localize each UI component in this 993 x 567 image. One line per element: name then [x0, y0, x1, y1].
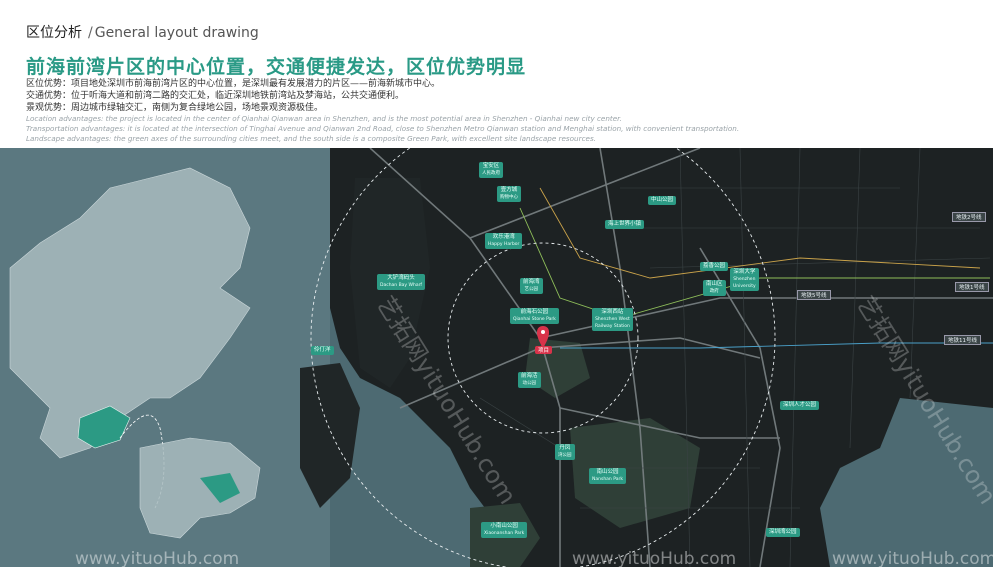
label-qianhai-stone-park: 前海石公园 Qianhai Stone Park — [510, 308, 559, 324]
desc-landscape-en: Landscape advantages: the green axes of … — [26, 134, 596, 143]
label-shenzhen-university: 深圳大学 Shenzhen University — [730, 268, 759, 291]
label-baoan-government: 宝安区 人民政府 — [479, 162, 503, 178]
label-lingding-ocean: 伶仃洋 — [311, 346, 334, 355]
label-shenzhen-west-station: 深圳西站 Shenzhen West Railway Station — [592, 308, 633, 331]
section-title-en: General layout drawing — [94, 25, 259, 41]
section-title-cn: 区位分析 — [26, 25, 82, 41]
label-happy-harbor: 欢乐港湾 Happy Harbor — [485, 233, 523, 249]
section-title-separator: / — [88, 25, 93, 41]
label-zhongshan-park: 中山公园 — [648, 196, 677, 205]
section-title: 区位分析 / General layout drawing — [26, 22, 259, 42]
watermark-center: www.yituoHub.com — [572, 549, 737, 567]
label-qianhai-bay-park: 前海湾 艺公园 — [520, 278, 543, 294]
label-lixiang-park: 荔香公园 — [700, 262, 729, 271]
label-nanshan-park: 南山公园 Nanshan Park — [589, 468, 626, 484]
label-mall: 壹方城 购物中心 — [497, 186, 521, 202]
location-map: 项目 宝安区 人民政府 壹方城 购物中心 海上世界小镇 中山公园 欢乐港湾 Happy… — [0, 148, 993, 567]
label-qianhai-activity-park: 前海活 动公园 — [518, 372, 541, 388]
headline: 前海前湾片区的中心位置，交通便捷发达，区位优势明显 — [26, 56, 527, 78]
label-haishang-town: 海上世界小镇 — [605, 220, 645, 229]
label-talent-park: 深圳人才公园 — [780, 401, 820, 410]
metro-line-2-tag: 地铁2号线 — [952, 212, 986, 222]
metro-line-11-tag: 地铁11号线 — [944, 335, 981, 345]
desc-location-en: Location advantages: the project is loca… — [26, 114, 622, 123]
label-xiaonanshan-park: 小南山公园 Xiaonanshan Park — [481, 522, 528, 538]
label-danfeng-bay-park: 丹凤 湾公园 — [555, 444, 575, 460]
metro-line-5-tag: 地铁5号线 — [797, 290, 831, 300]
header: 区位分析 / General layout drawing 前海前湾片区的中心位置，… — [0, 0, 993, 148]
label-dachan-wharf: 大铲湾码头 Dachan Bay Wharf — [377, 274, 426, 290]
watermark-right: www.yituoHub.com — [832, 549, 993, 567]
desc-transport-en: Transportation advantages: it is located… — [26, 124, 740, 133]
desc-landscape-cn: 景观优势：周边城市绿轴交汇，南侧为复合绿地公园，场地景观资源极佳。 — [26, 103, 324, 113]
label-nanshan-government: 南山区 政府 — [703, 280, 726, 296]
watermark-left: www.yituoHub.com — [75, 549, 240, 567]
label-shenzhen-bay-park: 深圳湾公园 — [766, 528, 800, 537]
metro-line-1-tag: 地铁1号线 — [955, 282, 989, 292]
project-pin-label: 项目 — [535, 346, 553, 354]
